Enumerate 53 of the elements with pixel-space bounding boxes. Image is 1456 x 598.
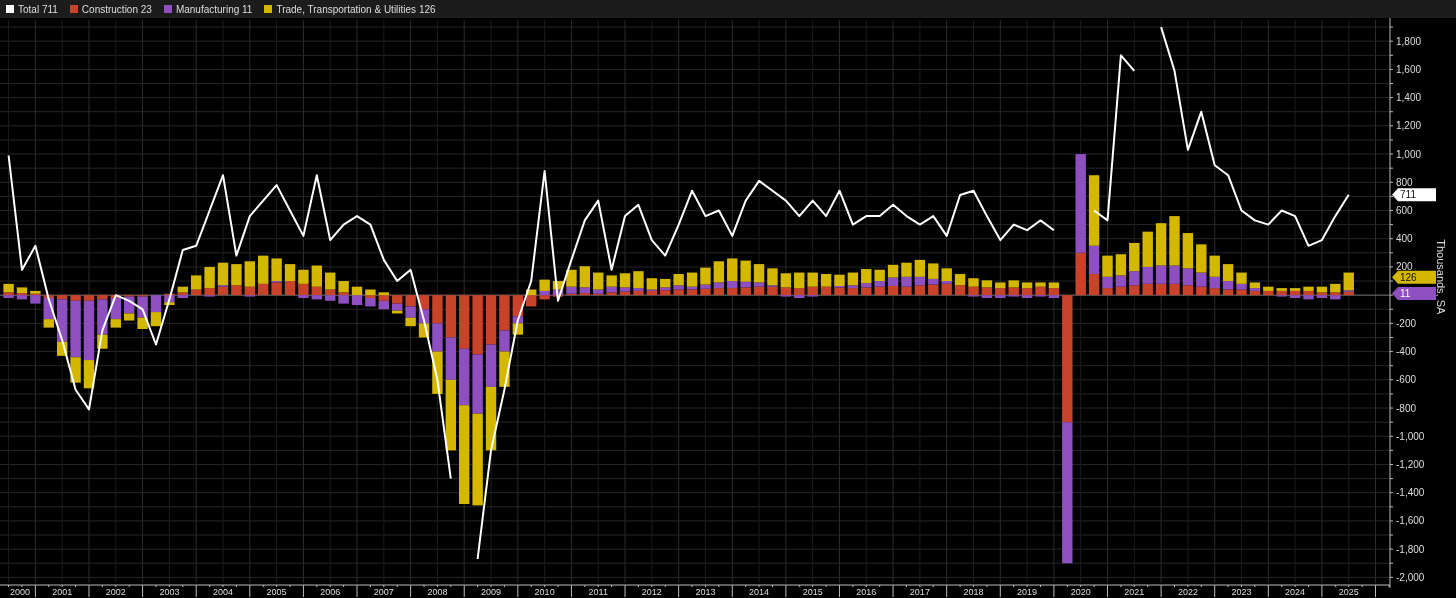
axis-label: 600 [1396, 205, 1413, 216]
axis-label: 2024 [1285, 587, 1306, 597]
legend-label: Total 711 [18, 2, 58, 17]
axis-label: -1,400 [1396, 487, 1425, 499]
axis-label: 2005 [266, 587, 287, 597]
axis-label: 2017 [909, 587, 930, 597]
axis-label: -1,800 [1396, 543, 1425, 555]
axis-label: 2018 [963, 587, 984, 597]
axis-label: 2001 [52, 587, 73, 597]
axis-label: 2009 [481, 587, 502, 597]
axis-label: -200 [1396, 317, 1416, 329]
axis-label: -1,000 [1396, 430, 1425, 442]
value-tag: 11 [1392, 287, 1436, 301]
axis-label: 1,000 [1396, 148, 1422, 160]
axis-label: -1,600 [1396, 515, 1425, 527]
axis-label: 2011 [588, 587, 608, 597]
axis-label: 2004 [213, 587, 233, 597]
axis-label: 200 [1396, 261, 1413, 273]
axis-label: 2006 [320, 587, 341, 597]
axis-label: 1,800 [1396, 35, 1422, 47]
axis-label: 1,200 [1396, 120, 1422, 132]
axis-label: -1,200 [1396, 458, 1425, 470]
axis-label: 2008 [427, 587, 448, 597]
axis-label: 2000 [10, 587, 30, 597]
axis-label: -600 [1396, 374, 1416, 386]
axis-label: 2015 [802, 587, 823, 597]
axis-label: 2025 [1338, 587, 1359, 597]
axis-label: 2020 [1070, 587, 1091, 597]
axis-label: 2003 [159, 587, 180, 597]
axis-label: 1,600 [1396, 63, 1422, 75]
axis-label: 800 [1396, 176, 1413, 188]
axis-label: 2002 [105, 587, 126, 597]
axis-label: -2,000 [1396, 571, 1425, 583]
axis-label: 2012 [641, 587, 662, 597]
axis-label: 2014 [749, 587, 770, 597]
value-tag: 126 [1392, 270, 1436, 284]
legend-label: Manufacturing 11 [175, 2, 253, 17]
value-tag: 711 [1392, 188, 1436, 202]
axis-label: -800 [1396, 402, 1416, 414]
axis-label: 400 [1396, 233, 1413, 245]
axis-label: 1,400 [1396, 92, 1422, 104]
axis-title: Thousands, SA [1435, 239, 1447, 315]
axis-label: -400 [1396, 346, 1416, 358]
axis-label: 2021 [1124, 587, 1145, 597]
axis-label: 2019 [1017, 587, 1038, 597]
axis-label: 2016 [856, 587, 877, 597]
axis-label: 2010 [534, 587, 555, 597]
legend-label: Trade, Transportation & Utilities 126 [276, 2, 436, 17]
axis-label: 2007 [373, 587, 394, 597]
axis-label: 2022 [1177, 587, 1198, 597]
legend-label: Construction 23 [81, 2, 152, 17]
axis-label: 2013 [695, 587, 716, 597]
axis-label: 2023 [1231, 587, 1252, 597]
